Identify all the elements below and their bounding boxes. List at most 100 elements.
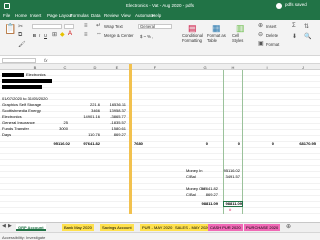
- row-value[interactable]: 3000: [48, 126, 68, 131]
- find-select-icon[interactable]: 🔍: [304, 33, 311, 40]
- sheet-tab[interactable]: CASH PUR 2020: [208, 224, 243, 231]
- cf2-value[interactable]: 869.27: [194, 192, 218, 197]
- accounting-format-icon[interactable]: $ ~ % ,: [140, 34, 153, 39]
- check-value[interactable]: 98811.09: [194, 201, 218, 206]
- add-sheet-icon[interactable]: ⊕: [286, 223, 291, 230]
- row-value[interactable]: 14901.16: [80, 114, 100, 119]
- paste-icon[interactable]: 📋: [4, 24, 16, 35]
- cf-bal-label[interactable]: C/Bal: [186, 174, 196, 179]
- copy-icon[interactable]: ⧉: [18, 32, 22, 39]
- sort-filter-icon[interactable]: ⇅: [304, 23, 309, 30]
- italic-icon[interactable]: I: [39, 33, 40, 38]
- money-in-value[interactable]: 95116.02: [216, 168, 240, 173]
- delete-button[interactable]: Delete: [266, 33, 278, 38]
- column-header[interactable]: F: [150, 65, 160, 70]
- fill-icon[interactable]: ⬇: [292, 33, 297, 40]
- column-header[interactable]: G: [200, 65, 210, 70]
- wrap-text-icon[interactable]: ↵: [96, 22, 101, 29]
- font-color-icon[interactable]: A: [68, 31, 72, 37]
- tab-file[interactable]: File: [3, 13, 10, 18]
- bold-icon[interactable]: B: [33, 33, 36, 38]
- sheet-tab[interactable]: PUR - MAY 2020: [140, 224, 175, 231]
- format-painter-icon[interactable]: 🖌: [18, 41, 26, 48]
- delete-cells-icon[interactable]: ⊖: [258, 31, 263, 38]
- name-box[interactable]: [2, 58, 36, 63]
- total-value[interactable]: 95116.02: [48, 141, 70, 146]
- row-value[interactable]: 869.27: [104, 132, 126, 137]
- column-header[interactable]: E: [112, 65, 122, 70]
- format-button[interactable]: Format: [266, 42, 279, 47]
- tab-data[interactable]: Data: [91, 13, 101, 18]
- row-value[interactable]: 25: [48, 120, 68, 125]
- user-name[interactable]: pdfs saved: [285, 2, 307, 7]
- avatar[interactable]: [276, 3, 282, 9]
- row-label[interactable]: Graphics Self Storage: [2, 102, 41, 107]
- merge-center-icon[interactable]: ⇔: [96, 31, 102, 37]
- sheet-tab[interactable]: Savings Account: [100, 224, 134, 231]
- prev-sheet-icon[interactable]: ◀: [2, 223, 6, 229]
- row-value[interactable]: 13958.37: [104, 108, 126, 113]
- column-header[interactable]: I: [262, 65, 272, 70]
- row-label[interactable]: General Insurance: [2, 120, 35, 125]
- font-size-select[interactable]: [64, 24, 74, 29]
- row-label[interactable]: Funds Transfer: [2, 126, 29, 131]
- format-cells-icon[interactable]: ▣: [258, 40, 264, 47]
- merge-center-button[interactable]: Merge & Center: [104, 33, 134, 38]
- accessibility-status[interactable]: Accessibility: Investigate: [2, 235, 45, 240]
- total-value[interactable]: 68170.95: [290, 141, 316, 146]
- insert-button[interactable]: Insert: [266, 24, 276, 29]
- underline-icon[interactable]: U: [44, 33, 47, 38]
- sheet-tab[interactable]: Bank May 2020: [62, 224, 94, 231]
- sheet-tab[interactable]: SALES - MAY 2020: [173, 224, 212, 231]
- tab-formulas[interactable]: Formulas: [70, 13, 89, 18]
- total-value[interactable]: 97641.82: [76, 141, 100, 146]
- borders-icon[interactable]: ⊞: [52, 31, 57, 38]
- tab-insert[interactable]: Insert: [30, 13, 41, 18]
- money-out-value[interactable]: 97641.82: [194, 186, 218, 191]
- column-header[interactable]: D: [90, 65, 100, 70]
- font-name-select[interactable]: [32, 24, 62, 29]
- row-value[interactable]: 221.6: [80, 102, 100, 107]
- check-value[interactable]: 98811.09: [220, 201, 242, 206]
- period-label[interactable]: 01/07/2020 to 31/05/2020: [2, 96, 48, 101]
- next-sheet-icon[interactable]: ▶: [8, 223, 12, 229]
- sheet-tab[interactable]: GRP Account: [16, 224, 46, 231]
- cf-bal-value[interactable]: 3491.57: [216, 174, 240, 179]
- row-value[interactable]: -3865.77: [104, 114, 126, 119]
- total-value[interactable]: 7680: [134, 141, 143, 146]
- total-value[interactable]: 0: [196, 141, 208, 146]
- insert-cells-icon[interactable]: ⊕: [258, 22, 263, 29]
- total-value[interactable]: 0: [228, 141, 240, 146]
- total-value[interactable]: 0: [262, 141, 274, 146]
- sheet-tab[interactable]: PURCHASE 2020: [244, 224, 281, 231]
- company-name[interactable]: Electronics: [26, 72, 46, 77]
- row-label[interactable]: Electronics: [2, 114, 22, 119]
- fx-icon[interactable]: fx: [44, 58, 48, 63]
- row-label[interactable]: Days: [2, 132, 11, 137]
- align-top-icon[interactable]: ≡: [84, 23, 88, 29]
- wrap-text-button[interactable]: Wrap Text: [104, 24, 123, 29]
- fill-color-icon[interactable]: ◆: [60, 31, 65, 38]
- column-header[interactable]: J: [298, 65, 308, 70]
- money-in-label[interactable]: Money In: [186, 168, 202, 173]
- tab-home[interactable]: Home: [15, 13, 27, 18]
- row-value[interactable]: 1580.61: [104, 126, 126, 131]
- row-value[interactable]: -1835.57: [104, 120, 126, 125]
- column-header[interactable]: C: [60, 65, 70, 70]
- column-header[interactable]: H: [228, 65, 238, 70]
- align-left-icon[interactable]: ≡: [84, 32, 88, 38]
- row-value[interactable]: 16536.11: [104, 102, 126, 107]
- row-value[interactable]: 110.76: [80, 132, 100, 137]
- freeze-pane-divider[interactable]: [129, 64, 132, 214]
- format-as-table-button[interactable]: Format as Table: [207, 33, 229, 43]
- row-value[interactable]: 3466: [80, 108, 100, 113]
- tab-help[interactable]: Help: [152, 13, 161, 18]
- tab-review[interactable]: Review: [104, 13, 119, 18]
- row-label[interactable]: Scottishmedia Energy: [2, 108, 41, 113]
- autosum-icon[interactable]: Σ: [292, 23, 296, 29]
- cut-icon[interactable]: ✂: [18, 23, 23, 30]
- tab-page-layout[interactable]: Page Layout: [47, 13, 72, 18]
- cell-styles-button[interactable]: Cell Styles: [232, 33, 250, 43]
- conditional-formatting-button[interactable]: Conditional Formatting: [182, 33, 204, 43]
- tab-view[interactable]: View: [121, 13, 131, 18]
